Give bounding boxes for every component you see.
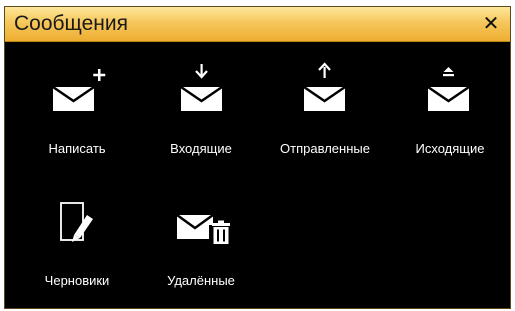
trash-icon	[176, 213, 230, 245]
trash-button[interactable]: Удалённые	[141, 195, 261, 308]
trash-label: Удалённые	[167, 273, 235, 288]
messages-window: Сообщения ✕ Написать Входящие Отправленн…	[4, 6, 511, 309]
inbox-icon	[180, 64, 223, 111]
outbox-label: Исходящие	[415, 141, 485, 156]
sent-button[interactable]: Отправленные	[265, 61, 385, 181]
drafts-label: Черновики	[44, 273, 110, 288]
window-title: Сообщения	[14, 12, 128, 35]
close-button[interactable]: ✕	[479, 12, 503, 36]
compose-button[interactable]: Написать	[17, 61, 137, 181]
close-icon: ✕	[482, 13, 500, 35]
outbox-icon	[427, 67, 470, 111]
inbox-button[interactable]: Входящие	[141, 61, 261, 181]
inbox-label: Входящие	[170, 141, 232, 156]
title-bar: Сообщения ✕	[5, 7, 510, 42]
outbox-button[interactable]: Исходящие	[390, 61, 510, 181]
drafts-button[interactable]: Черновики	[17, 195, 137, 308]
compose-label: Написать	[48, 141, 106, 156]
sent-label: Отправленные	[280, 141, 370, 156]
sent-icon	[303, 62, 346, 111]
compose-icon	[52, 69, 106, 111]
drafts-icon	[60, 202, 93, 242]
